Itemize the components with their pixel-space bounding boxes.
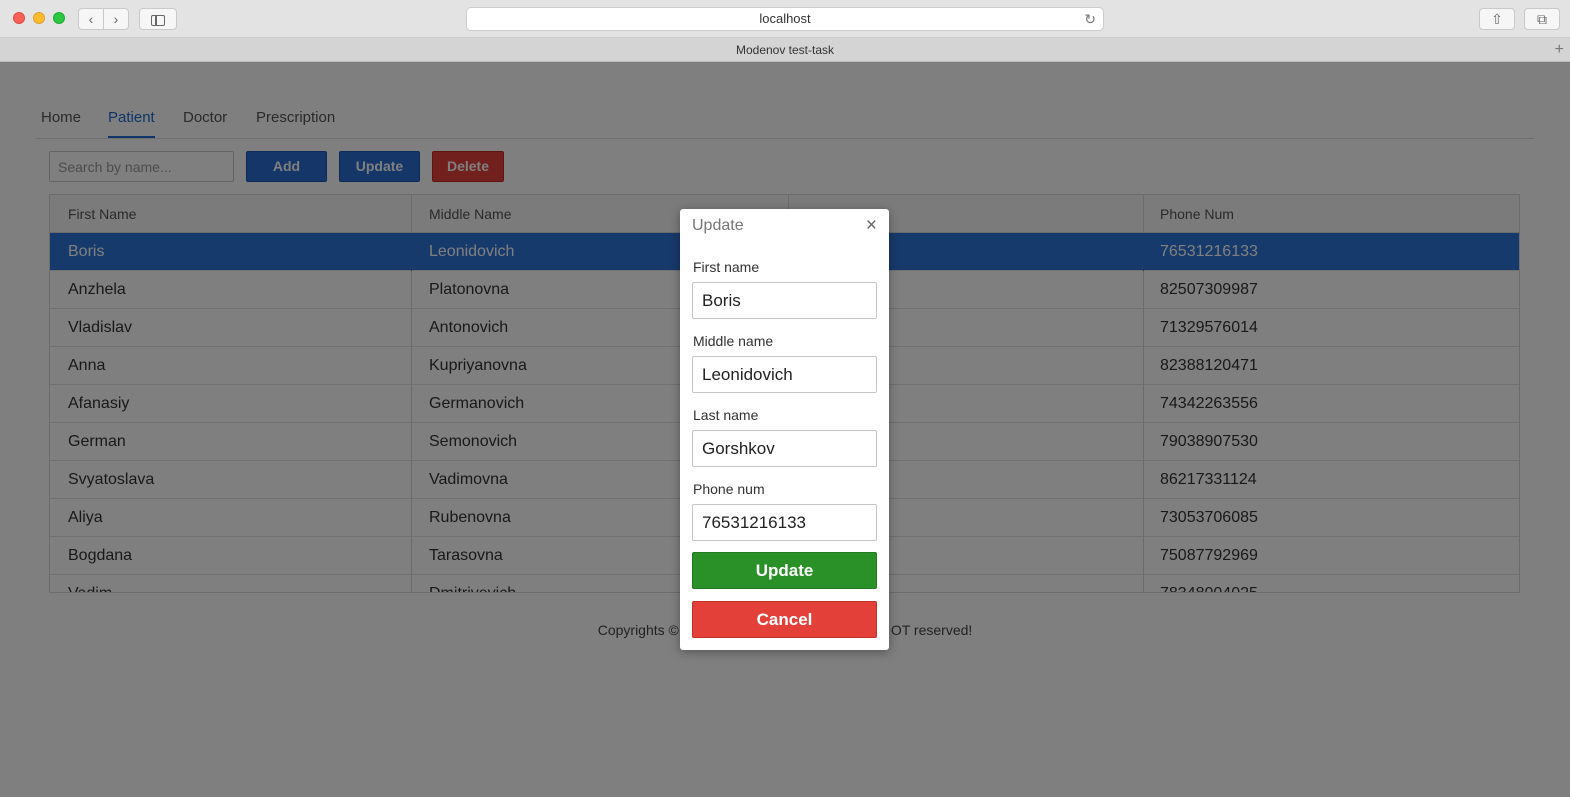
sidebar-button[interactable] (139, 8, 177, 30)
last-name-label: Last name (693, 407, 759, 423)
zoom-window-button[interactable] (53, 12, 65, 24)
share-button[interactable]: ⇧ (1479, 8, 1515, 30)
first-name-label: First name (693, 259, 760, 275)
reload-icon[interactable]: ↻ (1084, 8, 1096, 30)
close-window-button[interactable] (13, 12, 25, 24)
browser-toolbar: ‹ › localhost ↻ ⇧ ⧉ (0, 0, 1570, 38)
show-tabs-button[interactable]: ⧉ (1524, 8, 1560, 30)
minimize-window-button[interactable] (33, 12, 45, 24)
update-dialog: Update × First name Middle name Last nam… (680, 209, 889, 650)
chevron-left-icon: ‹ (88, 11, 94, 27)
url-text: localhost (759, 11, 811, 26)
middle-name-label: Middle name (693, 333, 774, 349)
chevron-right-icon: › (113, 11, 119, 27)
sidebar-icon (151, 15, 165, 26)
back-button[interactable]: ‹ (78, 8, 104, 30)
middle-name-field[interactable] (692, 356, 877, 393)
browser-tab[interactable]: Modenov test-task + (0, 38, 1570, 62)
address-bar[interactable]: localhost ↻ (466, 7, 1104, 31)
last-name-field[interactable] (692, 430, 877, 467)
first-name-field[interactable] (692, 282, 877, 319)
forward-button[interactable]: › (103, 8, 129, 30)
phone-num-label: Phone num (693, 481, 765, 497)
dialog-cancel-button[interactable]: Cancel (692, 601, 877, 638)
tabs-icon: ⧉ (1537, 11, 1547, 27)
dialog-update-button[interactable]: Update (692, 552, 877, 589)
dialog-title: Update (692, 217, 744, 234)
tab-title: Modenov test-task (735, 43, 835, 57)
close-icon[interactable]: × (866, 215, 877, 237)
phone-num-field[interactable] (692, 504, 877, 541)
share-icon: ⇧ (1491, 11, 1503, 27)
new-tab-icon[interactable]: + (1555, 38, 1564, 62)
